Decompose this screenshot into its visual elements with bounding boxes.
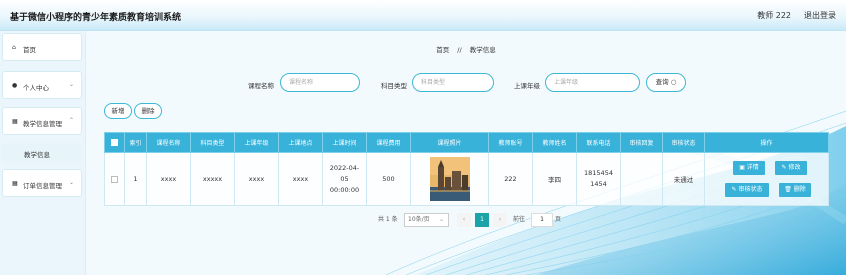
sidebar-item-teaching-manage[interactable]: ▦ 教学信息管理 ⌃ [2,107,82,135]
cell-photo [410,152,489,206]
cell-phone: 18154541454 [576,152,621,206]
chevron-left-icon: ‹ [462,216,466,223]
edit-icon: ✎ [781,164,787,171]
select-all-checkbox[interactable] [104,132,125,153]
grid-icon: ▦ [12,180,18,187]
cell-actions: ▣ 详情 ✎ 修改 ✎ 审核状态 🗑 删除 [704,152,829,206]
delete-button[interactable]: 🗑 删除 [779,183,811,197]
subject-type-input[interactable]: 科目类型 [412,73,494,92]
sidebar-item-label: 订单信息管理 [23,182,62,190]
column-header: 索引 [124,132,147,153]
query-label: 查询 [655,78,669,86]
phone-text: 18154541454 [584,169,613,188]
breadcrumb-current: 教学信息 [469,46,496,54]
cell-grade: xxxx [234,152,279,206]
main-content: 首页 // 教学信息 课程名称 课程名称 科目类型 科目类型 上课年级 上课年级… [86,31,846,275]
review-icon: ✎ [731,186,737,193]
page-number-current[interactable]: 1 [475,213,489,227]
course-photo[interactable] [429,157,470,201]
cell-course-name: xxxx [146,152,191,206]
column-header: 上课年级 [234,132,279,153]
cell-subject: xxxxx [190,152,235,206]
grade-label: 上课年级 [514,82,540,90]
sidebar-item-profile[interactable]: ● 个人中心 ⌄ [2,71,82,99]
home-icon: ⌂ [12,44,16,51]
column-header: 教师姓名 [532,132,577,153]
table-header-row: 索引 课程名称 科目类型 上课年级 上课地点 上课时间 课程费用 课程照片 教师… [104,132,829,153]
page-size-select[interactable]: 10条/页 ⌄ [404,213,449,227]
column-header: 科目类型 [190,132,235,153]
delete-selected-button[interactable]: 删除 [134,103,162,119]
sidebar-item-home[interactable]: ⌂ 首页 [2,33,82,61]
subject-type-label: 科目类型 [381,82,407,90]
sidebar-item-order-manage[interactable]: ▦ 订单信息管理 ⌄ [2,169,82,197]
column-header: 教师账号 [488,132,533,153]
query-button[interactable]: 查询 ○ [646,73,686,92]
column-header: 操作 [704,132,829,153]
chevron-down-icon: ⌄ [438,216,444,223]
column-header: 课程名称 [146,132,191,153]
logout-link[interactable]: 退出登录 [804,10,836,21]
cell-review-reply [620,152,663,206]
column-header: 上课时间 [322,132,367,153]
jump-prefix: 前往 [513,216,526,223]
delete-label: 删除 [793,186,806,193]
chevron-right-icon: › [498,216,502,223]
current-user: 教师 222 [757,11,791,20]
sidebar-item-label: 个人中心 [23,84,49,92]
cell-review-status: 未通过 [662,152,705,206]
column-header: 联系电话 [576,132,621,153]
data-table: 索引 课程名称 科目类型 上课年级 上课地点 上课时间 课程费用 课程照片 教师… [104,132,829,206]
time-text: 2022-04-05 00:00:00 [329,163,360,194]
cell-index: 1 [124,152,147,206]
chevron-up-icon: ⌃ [68,117,74,124]
review-button[interactable]: ✎ 审核状态 [725,183,769,197]
top-bar: 基于微信小程序的青少年素质教育培训系统 教师 222 退出登录 [0,0,846,31]
search-icon: ○ [670,78,677,86]
breadcrumb-separator: // [457,46,462,54]
edit-button[interactable]: ✎ 修改 [775,161,807,175]
cell-location: xxxx [278,152,323,206]
page-size-value: 10条/页 [408,216,430,223]
user-icon: ● [12,82,18,89]
column-header: 课程费用 [366,132,411,153]
breadcrumb: 首页 // 教学信息 [86,44,846,54]
sidebar-item-label: 教学信息 [24,151,50,159]
sidebar-item-label: 首页 [23,46,36,54]
total-count: 共 1 条 [378,216,398,223]
breadcrumb-home[interactable]: 首页 [436,46,449,54]
detail-label: 详情 [746,164,759,171]
grade-input[interactable]: 上课年级 [545,73,640,92]
grid-icon: ▦ [12,118,18,125]
table-row: 1 xxxx xxxxx xxxx xxxx 2022-04-05 00:00:… [104,152,829,206]
cell-teacher-name: 李四 [532,152,577,206]
sidebar-subitem-teaching-info[interactable]: 教学信息 [2,143,82,163]
edit-label: 修改 [788,164,801,171]
jump-page-input[interactable]: 1 [531,213,553,227]
column-header: 课程照片 [410,132,489,153]
next-page-button[interactable]: › [493,213,507,227]
detail-icon: ▣ [739,164,745,171]
cell-time: 2022-04-05 00:00:00 [322,152,367,206]
cell-fee: 500 [366,152,411,206]
chevron-down-icon: ⌄ [68,81,74,88]
cell-teacher-account: 222 [488,152,533,206]
sidebar: ⌂ 首页 ● 个人中心 ⌄ ▦ 教学信息管理 ⌃ 教学信息 ▦ 订单信息管理 ⌄ [0,31,86,275]
column-header: 上课地点 [278,132,323,153]
review-label: 审核状态 [738,186,763,193]
chevron-down-icon: ⌄ [68,179,74,186]
course-name-label: 课程名称 [248,82,274,90]
detail-button[interactable]: ▣ 详情 [733,161,765,175]
column-header: 审核状态 [662,132,705,153]
jump-suffix: 页 [555,216,562,223]
add-button[interactable]: 新增 [104,103,132,119]
course-name-input[interactable]: 课程名称 [280,73,360,92]
row-checkbox[interactable] [104,152,125,206]
app-title: 基于微信小程序的青少年素质教育培训系统 [10,13,182,23]
sidebar-item-label: 教学信息管理 [23,120,62,128]
prev-page-button[interactable]: ‹ [457,213,471,227]
trash-icon: 🗑 [784,186,792,193]
column-header: 审核回复 [620,132,663,153]
